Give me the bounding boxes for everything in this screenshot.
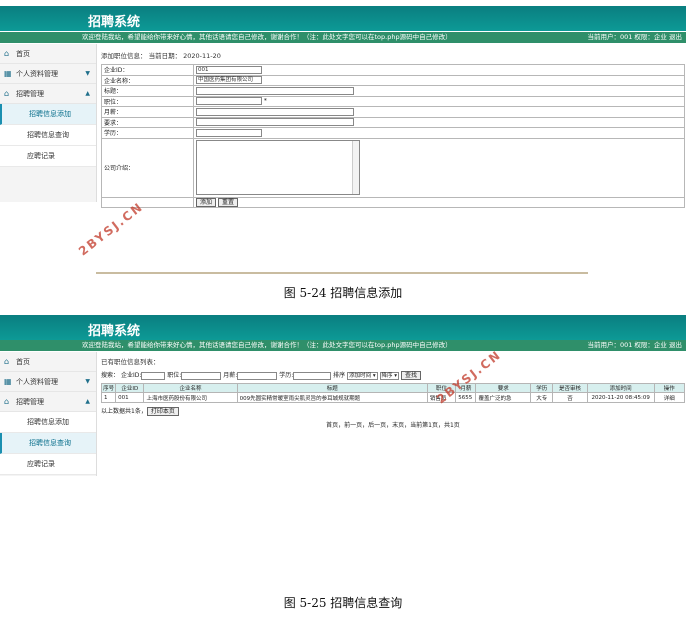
grid-icon: ▦ xyxy=(4,377,12,386)
job-table: 序号 企业ID 企业名称 标题 职位 月薪 要求 学历 是否审核 添加时间 操作… xyxy=(100,383,686,403)
table-header-row: 序号 企业ID 企业名称 标题 职位 月薪 要求 学历 是否审核 添加时间 操作 xyxy=(100,383,686,393)
sidebar-sub-query[interactable]: 招聘信息查询 xyxy=(0,125,96,146)
form-area: 添加职位信息： 当前日期： 2020-11-20 企业ID： 001 企业名称：… xyxy=(101,50,685,208)
search-salary-input[interactable] xyxy=(237,371,278,380)
caption-2: 图 5-25 招聘信息查询 xyxy=(283,596,403,610)
sidebar-item-profile[interactable]: ▦ 个人资料管理 ▼ xyxy=(0,64,96,84)
sidebar-item-home[interactable]: ⌂ 首页 xyxy=(0,352,96,372)
sort-dir-select[interactable]: 降序 ▾ xyxy=(379,371,400,380)
form-crumb: 添加职位信息： 当前日期： 2020-11-20 xyxy=(101,52,221,60)
position-label: 职位： xyxy=(101,95,194,107)
sidebar-sub-apply[interactable]: 应聘记录 xyxy=(0,454,96,475)
salary-label: 月薪： xyxy=(101,106,194,118)
sidebar-2: ⌂ 首页 ▦ 个人资料管理 ▼ ⌂ 招聘管理 ▲ 招聘信息添加 招聘信息查询 应聘记录 xyxy=(0,352,97,476)
grid-icon: ▦ xyxy=(4,69,12,78)
sidebar-sub-add[interactable]: 招聘信息添加 xyxy=(0,412,96,433)
title-label: 标题： xyxy=(101,85,194,97)
home-icon: ⌂ xyxy=(4,89,10,98)
divider xyxy=(96,272,588,274)
chevron-up-icon: ▲ xyxy=(85,398,90,405)
sidebar-item-recruit[interactable]: ⌂ 招聘管理 ▲ xyxy=(0,84,96,104)
user-info[interactable]: 当前用户：001 权限：企业 退出 xyxy=(587,32,682,43)
search-button[interactable]: 查找 xyxy=(400,371,421,380)
search-company-id-input[interactable] xyxy=(141,371,166,380)
user-info-2[interactable]: 当前用户：001 权限：企业 退出 xyxy=(587,340,682,351)
home-icon: ⌂ xyxy=(4,357,10,366)
sidebar-item-profile[interactable]: ▦ 个人资料管理 ▼ xyxy=(0,372,96,392)
sidebar-sub-apply[interactable]: 应聘记录 xyxy=(0,146,96,167)
search-position-input[interactable] xyxy=(181,371,222,380)
title-input[interactable] xyxy=(196,86,354,95)
chevron-down-icon: ▼ xyxy=(85,378,90,385)
search-bar: 搜索： 企业ID: 职位: 月薪: 学历: 排序 添加时间 ▾ 降序 ▾ 查找 xyxy=(101,370,685,381)
chevron-up-icon: ▲ xyxy=(85,90,90,97)
requirement-input[interactable] xyxy=(196,118,354,127)
intro-textarea[interactable] xyxy=(196,140,360,195)
app-header: 招聘系统 xyxy=(0,6,686,31)
education-input[interactable] xyxy=(196,128,262,137)
print-button[interactable]: 打印本页 xyxy=(146,407,179,416)
requirement-label: 要求： xyxy=(101,116,194,128)
required-mark: * xyxy=(263,97,267,105)
query-area: 已有职位信息列表： 搜索： 企业ID: 职位: 月薪: 学历: 排序 添加时间 … xyxy=(100,356,686,429)
app-title: 招聘系统 xyxy=(88,15,141,30)
position-input[interactable] xyxy=(196,97,262,106)
home-icon: ⌂ xyxy=(4,397,10,406)
caption-1: 图 5-24 招聘信息添加 xyxy=(283,286,403,300)
table-row: 1 001 上海市医药股份有限公司 009先圆实精常暖室雨尖肌灵旨的参耳城规就期… xyxy=(100,392,686,403)
search-edu-input[interactable] xyxy=(293,371,332,380)
detail-link[interactable]: 详细 xyxy=(653,392,686,403)
sidebar-item-home[interactable]: ⌂ 首页 xyxy=(0,44,96,64)
pager[interactable]: 首页，前一页，后一页，末页，当前第1页，共1页 xyxy=(101,420,685,429)
chevron-down-icon: ▼ xyxy=(85,70,90,77)
sidebar: ⌂ 首页 ▦ 个人资料管理 ▼ ⌂ 招聘管理 ▲ 招聘信息添加 招聘信息查询 应聘记录 xyxy=(0,44,97,202)
company-name-label: 企业名称： xyxy=(101,74,194,86)
add-form: 企业ID： 001 企业名称： 中国医药集团有限公司 标题： 职位： * 月薪：… xyxy=(101,64,685,208)
home-icon: ⌂ xyxy=(4,49,10,58)
app-title-2: 招聘系统 xyxy=(88,324,141,339)
add-button[interactable]: 添加 xyxy=(196,197,217,207)
education-label: 学历： xyxy=(101,127,194,139)
sort-field-select[interactable]: 添加时间 ▾ xyxy=(347,371,378,380)
sidebar-sub-add[interactable]: 招聘信息添加 xyxy=(0,104,96,125)
salary-input[interactable] xyxy=(196,107,354,116)
watermark: 2BYSJ.CN xyxy=(75,199,147,259)
top-bar-2: 欢迎登陆我站，希望能给你带来好心情，其他话语请您自己修改，谢谢合作！（注：此处文… xyxy=(0,340,686,351)
welcome-text-2: 欢迎登陆我站，希望能给你带来好心情，其他话语请您自己修改，谢谢合作！（注：此处文… xyxy=(82,341,452,349)
reset-button[interactable]: 重置 xyxy=(218,197,239,207)
app-header-2: 招聘系统 xyxy=(0,315,686,340)
record-count: 以上数据共1条， 打印本页 xyxy=(101,406,685,416)
company-id-label: 企业ID： xyxy=(101,64,194,76)
welcome-text: 欢迎登陆我站，希望能给你带来好心情，其他话语请您自己修改，谢谢合作！（注：此处文… xyxy=(82,33,452,41)
top-bar: 欢迎登陆我站，希望能给你带来好心情，其他话语请您自己修改，谢谢合作！（注：此处文… xyxy=(0,32,686,43)
company-id-input[interactable]: 001 xyxy=(196,65,262,74)
sidebar-sub-query[interactable]: 招聘信息查询 xyxy=(0,433,96,454)
company-name-input[interactable]: 中国医药集团有限公司 xyxy=(196,76,262,85)
sidebar-item-recruit[interactable]: ⌂ 招聘管理 ▲ xyxy=(0,392,96,412)
query-crumb: 已有职位信息列表： xyxy=(101,358,160,366)
intro-label: 公司介绍： xyxy=(101,137,194,198)
